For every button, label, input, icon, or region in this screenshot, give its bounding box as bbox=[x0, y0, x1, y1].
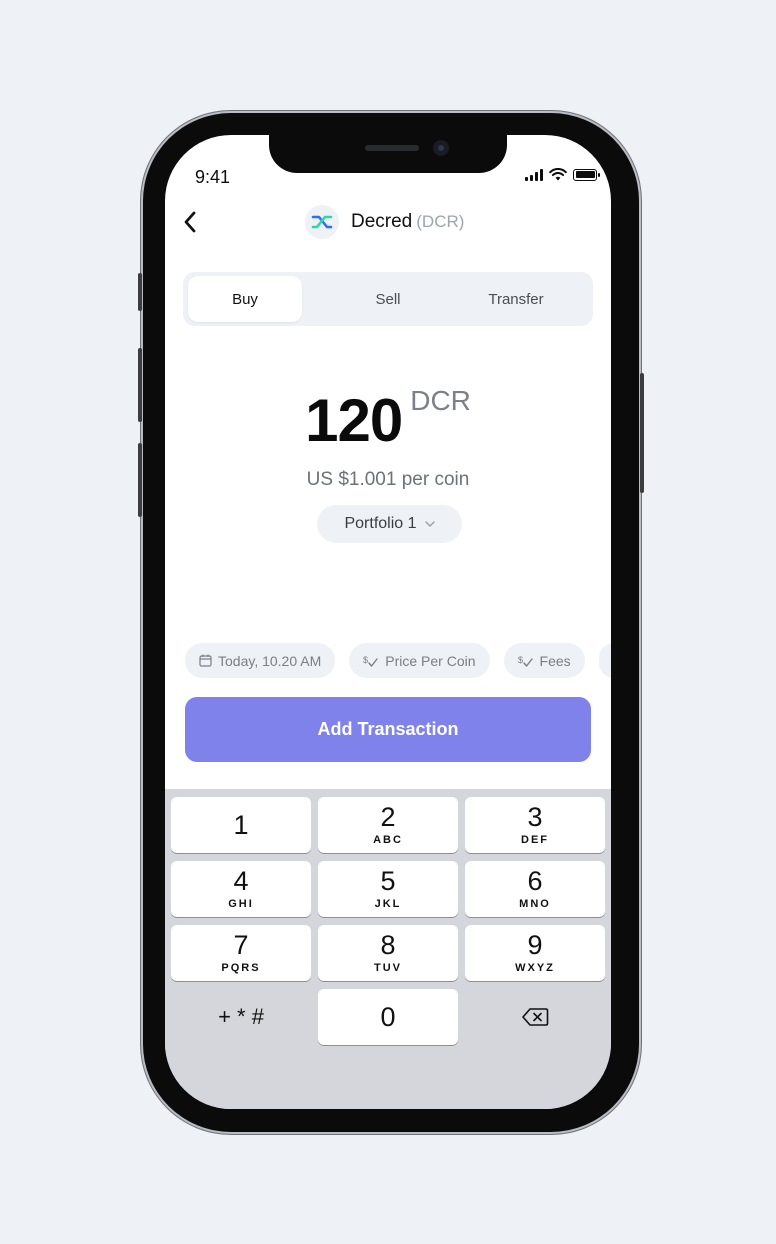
transaction-options: Today, 10.20 AM $ Price Per Coin $ Fees bbox=[185, 643, 611, 678]
fees-chip-label: Fees bbox=[539, 652, 571, 669]
key-letters: WXYZ bbox=[515, 962, 555, 974]
svg-text:$: $ bbox=[518, 655, 523, 665]
date-chip-label: Today, 10.20 AM bbox=[218, 652, 322, 669]
key-2[interactable]: 2 ABC bbox=[318, 797, 458, 853]
svg-text:$: $ bbox=[363, 655, 368, 665]
key-digit: 4 bbox=[233, 866, 249, 896]
volume-down-button bbox=[138, 443, 142, 517]
chevron-left-icon bbox=[184, 211, 196, 233]
key-digit: 3 bbox=[527, 802, 543, 832]
speaker bbox=[365, 145, 419, 151]
back-button[interactable] bbox=[179, 209, 201, 235]
key-digit: 2 bbox=[380, 802, 396, 832]
key-letters: DEF bbox=[521, 834, 549, 846]
key-5[interactable]: 5 JKL bbox=[318, 861, 458, 917]
price-per-coin-chip[interactable]: $ Price Per Coin bbox=[349, 643, 490, 678]
key-digit: 7 bbox=[233, 930, 249, 960]
price-per-coin-chip-label: Price Per Coin bbox=[385, 652, 476, 669]
key-9[interactable]: 9 WXYZ bbox=[465, 925, 605, 981]
coin-title: Decred (DCR) bbox=[351, 211, 464, 233]
key-letters: JKL bbox=[374, 898, 402, 910]
delete-key[interactable] bbox=[465, 989, 605, 1045]
key-letters: GHI bbox=[228, 898, 254, 910]
power-button bbox=[640, 373, 644, 493]
tab-buy[interactable]: Buy bbox=[188, 276, 302, 322]
tab-sell[interactable]: Sell bbox=[331, 276, 445, 322]
key-symbols-label: + * # bbox=[218, 1004, 264, 1029]
phone-frame: 9:41 Decred (DCR) Buy Sell Transfer 120 … bbox=[138, 113, 644, 1132]
key-3[interactable]: 3 DEF bbox=[465, 797, 605, 853]
amount-unit: DCR bbox=[410, 385, 471, 416]
backspace-icon bbox=[522, 1008, 549, 1026]
coin-name: Decred bbox=[351, 211, 413, 232]
key-letters: TUV bbox=[374, 962, 402, 974]
amount-display: 120 DCR bbox=[165, 385, 611, 451]
amount-value: 120 bbox=[305, 387, 403, 454]
key-symbols[interactable]: + * # bbox=[171, 989, 311, 1045]
transaction-type-tabs: Buy Sell Transfer bbox=[183, 272, 593, 326]
key-0[interactable]: 0 bbox=[318, 989, 458, 1045]
mute-switch bbox=[138, 273, 142, 311]
fees-chip[interactable]: $ Fees bbox=[503, 643, 585, 678]
key-6[interactable]: 6 MNO bbox=[465, 861, 605, 917]
coin-header: Decred (DCR) bbox=[305, 205, 464, 239]
chevron-down-icon bbox=[424, 521, 435, 527]
calendar-icon bbox=[199, 654, 212, 667]
key-digit: 6 bbox=[527, 866, 543, 896]
key-1[interactable]: 1 bbox=[171, 797, 311, 853]
key-7[interactable]: 7 PQRS bbox=[171, 925, 311, 981]
status-time: 9:41 bbox=[195, 167, 231, 187]
key-letters: MNO bbox=[519, 898, 551, 910]
portfolio-selector[interactable]: Portfolio 1 bbox=[317, 505, 462, 543]
wifi-icon bbox=[549, 168, 567, 181]
price-per-coin: US $1.001 per coin bbox=[306, 469, 470, 490]
numeric-keypad: 1 2 ABC 3 DEF 4 GHI 5 JKL 6 MNO 7 PQRS 8 TUV 9 W… bbox=[165, 789, 611, 1109]
decred-logo-icon bbox=[305, 205, 339, 239]
dollar-check-icon: $ bbox=[363, 655, 378, 667]
signal-icon bbox=[525, 168, 543, 181]
volume-up-button bbox=[138, 348, 142, 422]
key-digit: 5 bbox=[380, 866, 396, 896]
portfolio-label: Portfolio 1 bbox=[344, 515, 417, 532]
tab-transfer[interactable]: Transfer bbox=[459, 276, 573, 322]
coin-symbol: (DCR) bbox=[416, 212, 465, 231]
key-digit: 9 bbox=[527, 930, 543, 960]
add-transaction-button[interactable]: Add Transaction bbox=[185, 697, 591, 762]
more-options-chip[interactable] bbox=[598, 643, 611, 678]
key-letters: PQRS bbox=[221, 962, 261, 974]
notch bbox=[269, 135, 507, 173]
date-chip[interactable]: Today, 10.20 AM bbox=[185, 643, 336, 678]
dollar-check-icon: $ bbox=[518, 655, 533, 667]
status-icons bbox=[525, 168, 600, 181]
front-camera bbox=[433, 140, 449, 156]
key-digit: 0 bbox=[380, 1001, 396, 1032]
key-4[interactable]: 4 GHI bbox=[171, 861, 311, 917]
key-letters: ABC bbox=[373, 834, 403, 846]
battery-icon bbox=[573, 168, 600, 181]
key-digit: 1 bbox=[233, 809, 249, 840]
key-8[interactable]: 8 TUV bbox=[318, 925, 458, 981]
phone-screen: 9:41 Decred (DCR) Buy Sell Transfer 120 … bbox=[165, 135, 611, 1109]
key-digit: 8 bbox=[380, 930, 396, 960]
